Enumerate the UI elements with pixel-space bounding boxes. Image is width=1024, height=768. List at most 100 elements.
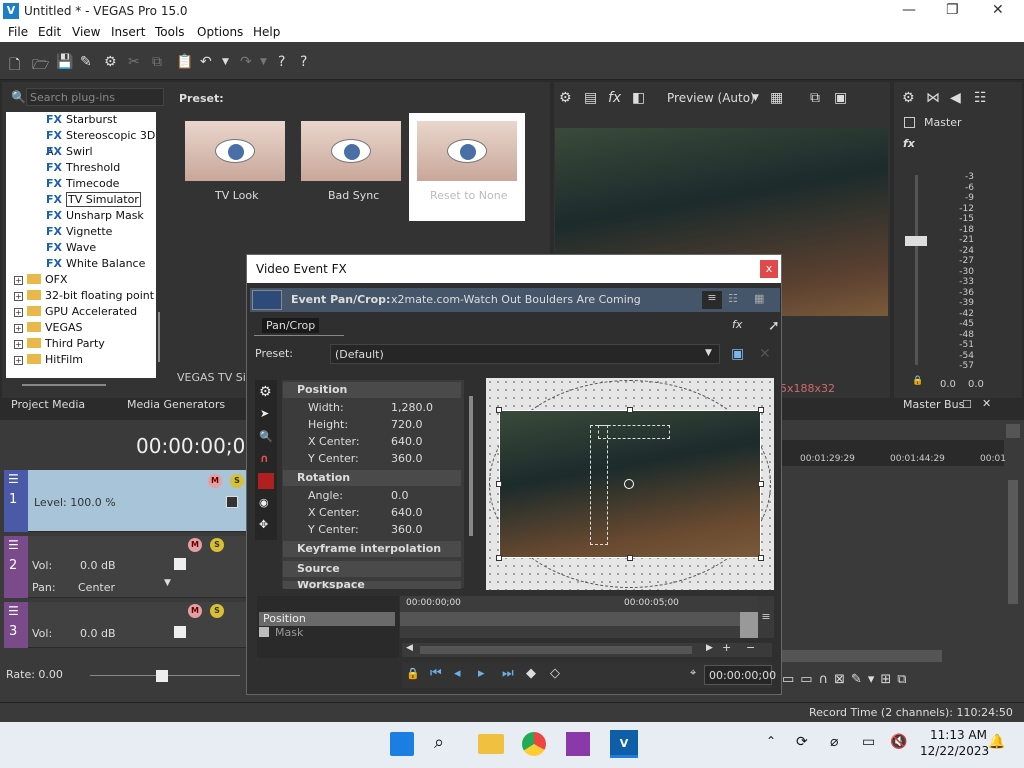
prop-rot-xcenter-value[interactable]: 640.0: [391, 505, 423, 521]
tray-date[interactable]: 12/22/2023: [920, 744, 989, 758]
minimize-button[interactable]: —: [902, 2, 916, 18]
kf-hscrollbar[interactable]: [420, 646, 692, 654]
undo-dropdown-icon[interactable]: ▼: [222, 57, 229, 67]
save-icon[interactable]: 💾: [56, 54, 73, 70]
kf-scroll-left-icon[interactable]: ◀: [406, 643, 413, 653]
plugin-item[interactable]: FX Threshold: [46, 160, 120, 176]
network-off-icon[interactable]: ⌀: [830, 734, 838, 750]
kf-position-row[interactable]: [400, 612, 758, 626]
start-icon[interactable]: [390, 732, 414, 756]
menu-help[interactable]: Help: [253, 25, 280, 39]
master-settings-icon[interactable]: ⚙: [902, 90, 915, 106]
master-fader-handle[interactable]: [905, 236, 927, 246]
timeline-tools-icons[interactable]: ▭▭∩⊠✎▾⊞⧉: [782, 672, 982, 694]
plugin-tree-hscrollbar[interactable]: [22, 384, 106, 386]
menu-file[interactable]: File: [8, 25, 28, 39]
kf-lock-icon[interactable]: 🔒: [406, 667, 420, 680]
add-keyframe-icon[interactable]: ◆: [526, 666, 536, 681]
section-rotation[interactable]: Rotation: [283, 470, 461, 486]
tray-time[interactable]: 11:13 AM: [930, 728, 987, 742]
sync-icon[interactable]: ⟳: [796, 734, 808, 750]
plugin-item[interactable]: FX Vignette: [46, 224, 112, 240]
menu-edit[interactable]: Edit: [38, 25, 61, 39]
kf-zoom-icon[interactable]: ≡: [758, 596, 774, 638]
handle-bl[interactable]: [496, 555, 502, 561]
prev-keyframe-icon[interactable]: ◂: [454, 666, 461, 681]
master-mixer-icon[interactable]: ☷: [974, 90, 987, 106]
first-keyframe-icon[interactable]: ⏮: [430, 666, 442, 681]
audio-track-2[interactable]: ☰ 2 M S Vol: 0.0 dB Pan: Center ▼: [4, 536, 248, 598]
time-ruler[interactable]: 00:01:29:29 00:01:44:29 00:01: [782, 440, 1006, 466]
display-icon[interactable]: ▭: [862, 734, 875, 750]
plugin-item-selected[interactable]: FX TV Simulator: [46, 192, 141, 208]
track-menu-icon[interactable]: ☰: [8, 604, 19, 618]
mute-icon[interactable]: M: [208, 474, 222, 488]
master-mute-icon[interactable]: ⋈: [926, 90, 940, 106]
audio-track-3[interactable]: ☰ 3 M S Vol: 0.0 dB: [4, 602, 248, 648]
maximize-button[interactable]: ❐: [946, 2, 959, 18]
master-volume-icon[interactable]: ◀: [950, 90, 961, 106]
fx-chain-item-pan-crop[interactable]: Pan/Crop: [262, 318, 320, 333]
timeline-vscrollbar[interactable]: [1008, 480, 1018, 604]
volume-muted-icon[interactable]: 🔇: [890, 734, 907, 750]
last-keyframe-icon[interactable]: ⏭: [502, 666, 514, 681]
next-keyframe-icon[interactable]: ▸: [478, 666, 485, 681]
solo-icon[interactable]: S: [210, 604, 224, 618]
menu-insert[interactable]: Insert: [111, 25, 145, 39]
copy-icon[interactable]: ⧉: [152, 54, 162, 70]
chrome-icon[interactable]: [522, 732, 546, 756]
quality-dropdown-icon[interactable]: ▼: [752, 93, 759, 103]
handle-b[interactable]: [627, 555, 633, 561]
grid-overlay-icon[interactable]: ▦: [770, 90, 783, 106]
preview-device-icon[interactable]: ▤: [584, 90, 597, 106]
file-explorer-icon[interactable]: [478, 734, 504, 754]
crop-frame[interactable]: [499, 410, 761, 558]
copy-snapshot-icon[interactable]: ⧉: [810, 90, 820, 106]
master-checkbox[interactable]: [904, 117, 915, 128]
folder-item[interactable]: + HitFilm: [14, 352, 83, 368]
prop-angle-value[interactable]: 0.0: [391, 488, 409, 504]
solo-icon[interactable]: S: [210, 538, 224, 552]
plugin-item[interactable]: FX Starburst: [46, 112, 117, 128]
whats-this-help-icon[interactable]: ?: [278, 54, 285, 70]
delete-preset-icon[interactable]: ✕: [759, 346, 771, 362]
folder-item[interactable]: + Third Party: [14, 336, 105, 352]
undo-icon[interactable]: ↶: [200, 54, 212, 70]
handle-r[interactable]: [758, 481, 764, 487]
plugin-tree-scrollbar[interactable]: [158, 312, 160, 362]
crop-center-handle[interactable]: [624, 479, 634, 489]
mute-icon[interactable]: M: [188, 604, 202, 618]
preview-fx-icon[interactable]: fx: [608, 90, 621, 106]
mute-icon[interactable]: M: [188, 538, 202, 552]
menu-tools[interactable]: Tools: [155, 25, 185, 39]
help-icon[interactable]: ?: [300, 54, 307, 70]
tab-project-media[interactable]: Project Media: [11, 398, 85, 411]
save-snapshot-icon[interactable]: ▣: [834, 90, 847, 106]
view-list-icon[interactable]: ≡: [702, 291, 722, 309]
properties-scrollbar[interactable]: [469, 396, 473, 536]
plugin-item[interactable]: FX Timecode: [46, 176, 119, 192]
timeline-hscrollbar[interactable]: [782, 650, 942, 662]
settings-icon[interactable]: ⚙: [259, 384, 272, 400]
close-window-button[interactable]: ✕: [992, 2, 1004, 18]
kf-end-marker[interactable]: [740, 612, 758, 638]
new-file-icon[interactable]: 🗋: [9, 54, 20, 78]
section-keyframe-interpolation[interactable]: Keyframe interpolation: [283, 541, 461, 557]
solo-icon[interactable]: S: [230, 474, 244, 488]
handle-tl[interactable]: [496, 407, 502, 413]
track-menu-icon[interactable]: ☰: [8, 472, 19, 486]
kf-track-position[interactable]: Position: [259, 612, 395, 626]
folder-item[interactable]: +32-bit floating point: [14, 288, 154, 304]
folder-item[interactable]: + GPU Accelerated: [14, 304, 137, 320]
plugin-item[interactable]: FX Unsharp Mask: [46, 208, 144, 224]
kf-zoom-out-icon[interactable]: −: [746, 641, 755, 654]
menu-options[interactable]: Options: [197, 25, 243, 39]
add-fx-icon[interactable]: fx: [732, 318, 742, 331]
section-source[interactable]: Source: [283, 561, 461, 577]
plugin-search-input[interactable]: Search plug-ins: [26, 88, 164, 106]
vegas-taskbar-icon[interactable]: V: [610, 730, 638, 758]
save-as-icon[interactable]: ✎: [80, 54, 92, 70]
lock-icon[interactable]: 🔒: [912, 376, 923, 386]
save-preset-icon[interactable]: ▣: [731, 346, 744, 362]
timeline-scroll-up[interactable]: [1006, 424, 1020, 438]
